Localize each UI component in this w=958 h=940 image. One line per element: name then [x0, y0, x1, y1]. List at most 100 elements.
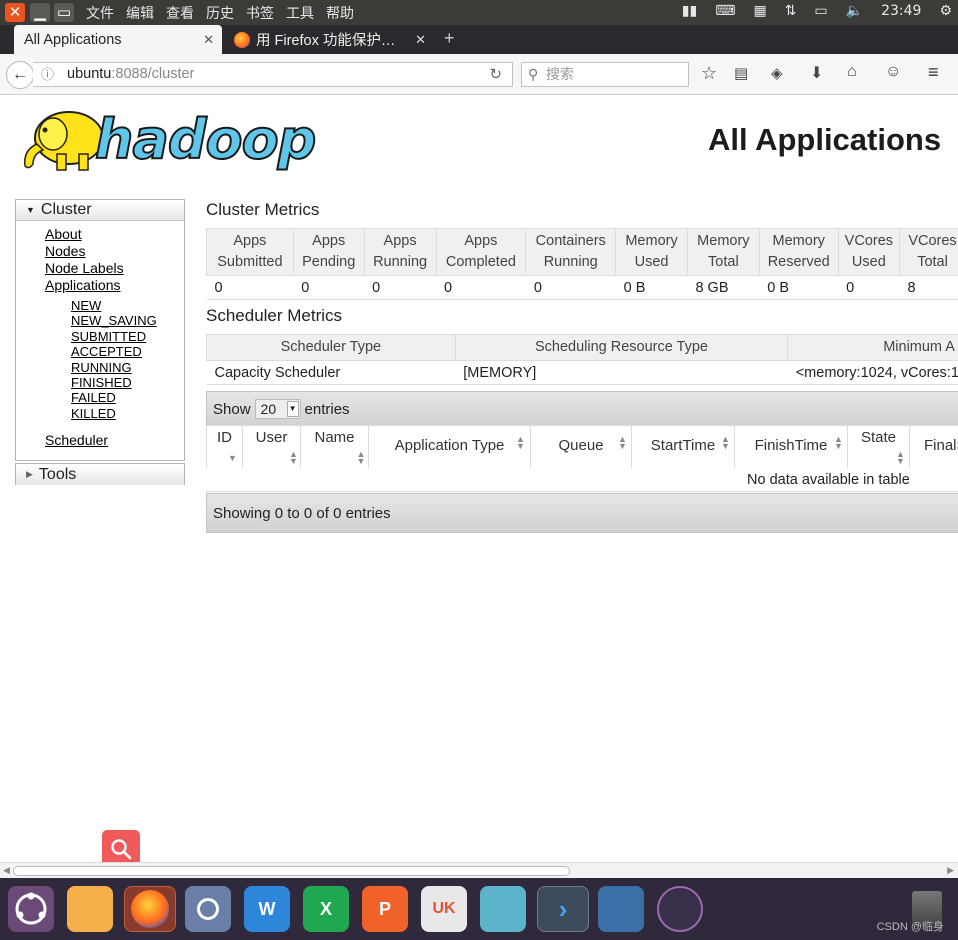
search-icon: ⚲	[528, 66, 539, 82]
firefox-dock-icon[interactable]	[124, 886, 176, 932]
scroll-right-arrow-icon[interactable]: ▶	[947, 865, 954, 876]
watermark: CSDN @临身	[876, 921, 944, 933]
reload-icon[interactable]: ↻	[489, 63, 502, 86]
word-dock-icon[interactable]: W	[244, 886, 290, 932]
sidebar-link-state-new[interactable]: NEW	[71, 298, 101, 313]
scroll-left-arrow-icon[interactable]: ◀	[3, 865, 10, 876]
files-folder-icon[interactable]	[67, 886, 113, 932]
sidebar-link-state-new-saving[interactable]: NEW_SAVING	[71, 313, 157, 328]
menu-view[interactable]: 查看	[166, 3, 194, 23]
minimize-window-button[interactable]: ▁	[30, 3, 50, 22]
menu-bookmarks[interactable]: 书签	[246, 3, 274, 23]
page-content: hadoop All Applications ▼ Cluster About …	[0, 96, 958, 862]
col-id[interactable]: ID ▼	[206, 426, 243, 468]
entries-label: entries	[304, 400, 350, 418]
sidebar-link-state-submitted[interactable]: SUBMITTED	[71, 329, 146, 344]
menu-file[interactable]: 文件	[86, 3, 114, 23]
apps-table-length-bar: Show 20 ▼ entries	[206, 391, 958, 427]
col-user[interactable]: User ▲ ▼	[243, 426, 301, 468]
close-window-button[interactable]: ✕	[5, 3, 25, 22]
col-final-status[interactable]: FinalS	[910, 426, 958, 468]
cluster-metrics-header-row: Apps Submitted Apps Pending Apps Running Ap…	[206, 228, 958, 276]
tab-all-applications[interactable]: All Applications ✕	[14, 25, 222, 54]
reading-list-icon[interactable]: ▤	[734, 64, 748, 82]
sidebar-link-state-failed[interactable]: FAILED	[71, 390, 116, 405]
search-box[interactable]: ⚲ 搜索	[521, 62, 689, 87]
tab-firefox-privacy[interactable]: 用 Firefox 功能保护… ✕	[224, 25, 434, 54]
new-tab-button[interactable]: +	[444, 28, 455, 49]
calendar-icon[interactable]: ▦	[753, 3, 766, 19]
settings-gear-icon[interactable]: ⚙	[939, 3, 952, 19]
menu-help[interactable]: 帮助	[326, 3, 354, 23]
battery-icon[interactable]: ▭	[814, 3, 827, 19]
site-info-icon[interactable]: ⓘ	[41, 63, 54, 86]
browser-tab-strip: All Applications ✕ 用 Firefox 功能保护… ✕ +	[0, 25, 958, 54]
col-apps-pending: Apps Pending	[292, 228, 365, 276]
sidebar-cluster: ▼ Cluster About Nodes Node Labels Applic…	[15, 199, 185, 461]
sidebar-link-node-labels[interactable]: Node Labels	[45, 260, 124, 276]
maximize-window-button[interactable]: ▭	[54, 3, 74, 22]
tab-close-icon[interactable]: ✕	[415, 32, 426, 48]
hamburger-menu-icon[interactable]: ≡	[928, 62, 939, 83]
url-bar[interactable]: ⓘ ubuntu:8088/cluster ↻	[33, 62, 513, 87]
excel-dock-icon[interactable]: X	[303, 886, 349, 932]
sidebar-link-nodes[interactable]: Nodes	[45, 243, 85, 259]
home-icon[interactable]: ⌂	[847, 63, 857, 81]
browser-dock-icon[interactable]	[185, 886, 231, 932]
sidebar-link-state-accepted[interactable]: ACCEPTED	[71, 344, 142, 359]
keyboard-icon[interactable]: ⌨	[715, 3, 735, 19]
menu-tools[interactable]: 工具	[286, 3, 314, 23]
cluster-metrics-title: Cluster Metrics	[206, 200, 320, 219]
sort-both-icon: ▲ ▼	[516, 434, 525, 451]
sort-both-icon: ▲ ▼	[896, 449, 905, 466]
col-memory-used: Memory Used	[615, 228, 688, 276]
clock[interactable]: 23:49	[881, 3, 921, 19]
download-icon[interactable]: ⬇	[810, 63, 823, 83]
entries-select[interactable]: 20 ▼	[254, 399, 301, 419]
sidebar-link-about[interactable]: About	[45, 226, 82, 242]
sidebar-link-scheduler[interactable]: Scheduler	[45, 432, 108, 448]
printer-dock-icon[interactable]	[480, 886, 526, 932]
hadoop-logo-text: hadoop	[94, 108, 317, 171]
col-state[interactable]: State ▲ ▼	[848, 426, 910, 468]
volume-icon[interactable]: 🔈	[846, 3, 863, 19]
col-starttime[interactable]: StartTime ▲ ▼	[632, 426, 735, 468]
triangle-right-icon: ▶	[26, 469, 33, 479]
col-application-type[interactable]: Application Type ▲ ▼	[369, 426, 531, 468]
table-cell: 0	[838, 275, 900, 300]
chat-icon[interactable]: ☺	[885, 63, 901, 81]
input-method-icon[interactable]: ▮▮	[682, 3, 697, 19]
sidebar-link-applications[interactable]: Applications	[45, 277, 121, 293]
software-center-dock-icon[interactable]: UK	[421, 886, 467, 932]
workspaces-dock-icon[interactable]	[598, 886, 644, 932]
sidebar-cluster-header[interactable]: ▼ Cluster	[16, 200, 184, 221]
scheduler-metrics-header-row: Scheduler Type Scheduling Resource Type …	[206, 334, 958, 361]
ubuntu-launcher-icon[interactable]	[8, 886, 54, 932]
scrollbar-thumb[interactable]	[13, 866, 570, 876]
network-icon[interactable]: ⇅	[785, 3, 797, 19]
pocket-icon[interactable]: ◈	[771, 64, 783, 82]
col-name[interactable]: Name ▲ ▼	[301, 426, 369, 468]
menu-history[interactable]: 历史	[206, 3, 234, 23]
sidebar-cluster-label: Cluster	[40, 201, 92, 218]
bookmark-star-icon[interactable]: ☆	[701, 63, 717, 84]
dvd-dock-icon[interactable]	[657, 886, 703, 932]
vscode-dock-icon[interactable]: ›	[537, 886, 589, 932]
col-scheduler-type: Scheduler Type	[206, 334, 456, 361]
back-button[interactable]: ←	[6, 61, 34, 89]
sidebar-tools-header[interactable]: ▶ Tools	[16, 464, 184, 485]
horizontal-scrollbar[interactable]: ◀ ▶	[0, 862, 958, 878]
tab-close-icon[interactable]: ✕	[203, 32, 214, 48]
sidebar-link-state-killed[interactable]: KILLED	[71, 406, 116, 421]
col-finishtime[interactable]: FinishTime ▲ ▼	[735, 426, 848, 468]
triangle-down-icon: ▼	[26, 205, 35, 215]
sidebar-link-state-finished[interactable]: FINISHED	[71, 375, 132, 390]
menu-edit[interactable]: 编辑	[126, 3, 154, 23]
entries-select-value: 20	[260, 401, 277, 417]
hadoop-logo[interactable]: hadoop	[17, 104, 317, 176]
sidebar-link-state-running[interactable]: RUNNING	[71, 360, 132, 375]
col-queue[interactable]: Queue ▲ ▼	[531, 426, 632, 468]
powerpoint-dock-icon[interactable]: P	[362, 886, 408, 932]
cluster-metrics-table: Apps Submitted Apps Pending Apps Running Ap…	[206, 228, 958, 300]
apps-table-empty-row: No data available in table	[206, 467, 958, 492]
